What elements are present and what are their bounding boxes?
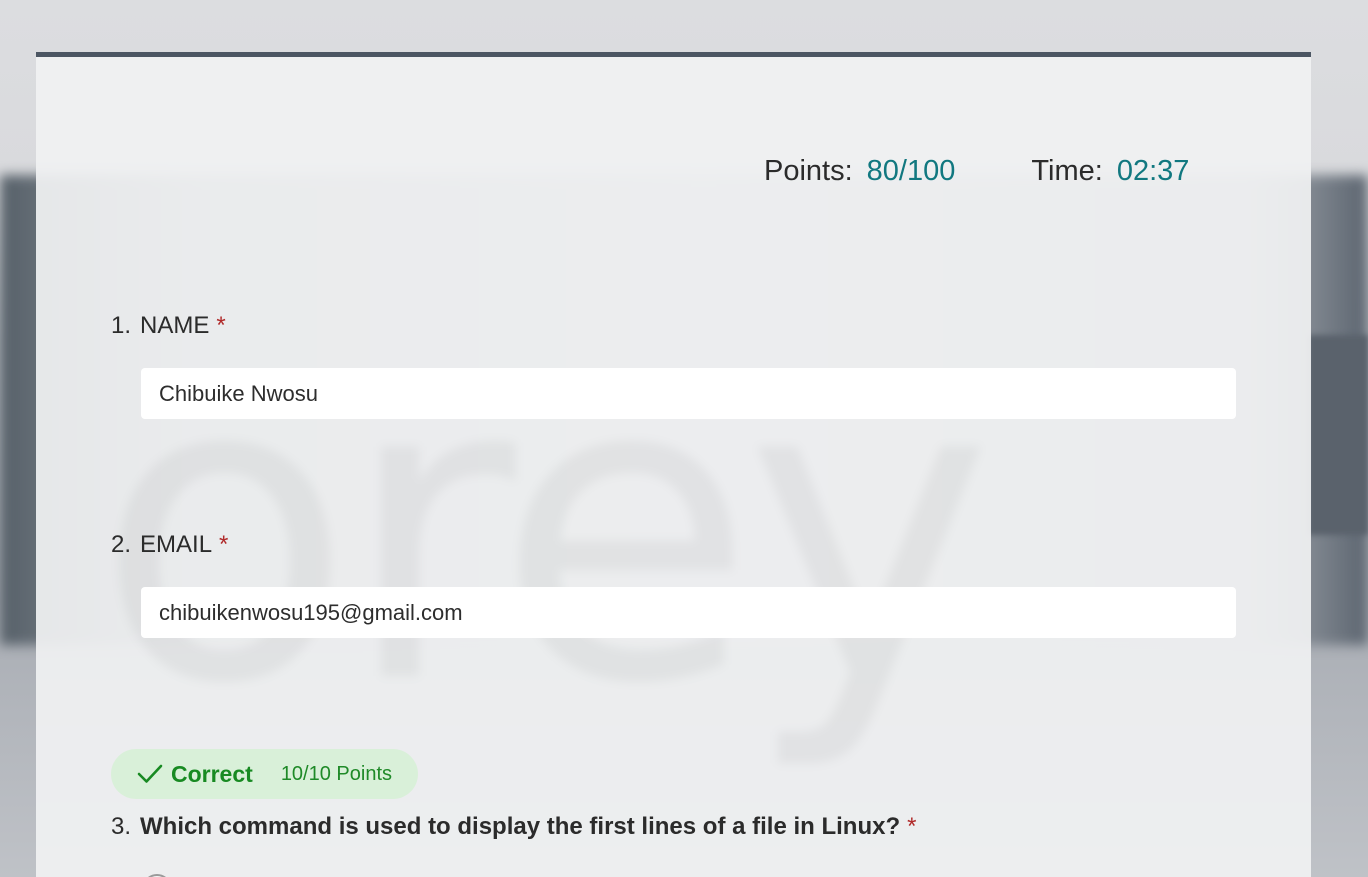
result-points: 10/10 Points [280, 762, 393, 785]
question-text: Which command is used to display the fir… [140, 813, 901, 840]
email-answer: chibuikenwosu195@gmail.com [159, 599, 463, 625]
email-field[interactable]: chibuikenwosu195@gmail.com [141, 587, 1236, 638]
points-label: Points: [764, 155, 853, 187]
background-shape [1308, 335, 1368, 535]
required-mark: * [219, 531, 229, 558]
question-number: 1. [111, 312, 132, 339]
question-number: 2. [111, 531, 132, 558]
time-label: Time: [1031, 155, 1103, 187]
result-badge: Correct 10/10 Points [111, 749, 418, 799]
name-answer: Chibuike Nwosu [159, 380, 318, 406]
question-text: NAME [140, 312, 210, 339]
time-value: 02:37 [1116, 155, 1190, 187]
points-value: 80/100 [866, 155, 956, 187]
question-text: EMAIL [140, 531, 213, 558]
required-mark: * [907, 813, 917, 840]
background-watermark: orey [96, 287, 993, 776]
question-3-title: 3. Which command is used to display the … [111, 813, 916, 841]
result-label: Correct [171, 760, 253, 787]
question-1-title: 1. NAME * [111, 312, 226, 340]
score-bar: Points: 80/100 Time: 02:37 [764, 155, 1189, 188]
checkmark-icon [137, 764, 163, 783]
required-mark: * [216, 312, 226, 339]
question-2-title: 2. EMAIL * [111, 531, 228, 559]
question-number: 3. [111, 813, 132, 840]
name-field[interactable]: Chibuike Nwosu [141, 368, 1236, 419]
quiz-card: orey Points: 80/100 Time: 02:37 1. NAME … [36, 52, 1311, 877]
